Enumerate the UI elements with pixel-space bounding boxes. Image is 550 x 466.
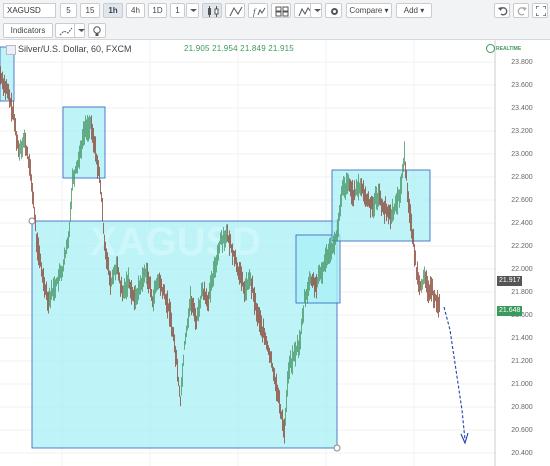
legend-ohlc-values: 21.905 21.954 21.849 21.915	[184, 44, 294, 53]
interval-1d-button[interactable]: 1D	[148, 3, 167, 18]
indicators-button[interactable]: Indicators	[3, 23, 53, 38]
undo-icon	[498, 7, 508, 16]
collapse-legend-icon[interactable]	[6, 44, 16, 55]
chevron-down-icon	[314, 9, 321, 12]
chart-legend-title: Silver/U.S. Dollar, 60, FXCM	[6, 44, 132, 55]
price-label: 23.600	[511, 82, 533, 89]
price-chart[interactable]: XAGUSD 23.800 23.600 23.400 23.200 23.00…	[0, 40, 550, 466]
price-label: 22.800	[511, 174, 533, 181]
lightbulb-icon	[93, 26, 101, 36]
interval-4h-button[interactable]: 4h	[126, 3, 145, 18]
projection-arrow[interactable]	[443, 306, 469, 445]
price-label: 21.200	[511, 358, 533, 365]
chevron-down-icon	[190, 9, 197, 12]
redo-button[interactable]	[513, 3, 529, 18]
marker-price-tag: 21.648	[497, 306, 523, 316]
current-price-tag: 21.917	[497, 276, 523, 286]
price-label: 23.400	[511, 105, 533, 112]
gear-icon	[331, 8, 338, 15]
interval-dropdown-button[interactable]	[186, 3, 199, 18]
price-label: 20.800	[511, 404, 533, 411]
trend-tool-icon	[59, 27, 73, 36]
price-label: 23.200	[511, 128, 533, 135]
candlestick-icon	[208, 6, 219, 17]
add-label: Add	[403, 6, 418, 15]
price-label: 23.800	[511, 59, 533, 66]
chevron-down-icon	[78, 29, 85, 32]
undo-button[interactable]	[494, 3, 510, 18]
price-label: 22.200	[511, 243, 533, 250]
price-label: 21.800	[511, 289, 533, 296]
interval-5m-button[interactable]: 5	[60, 3, 77, 18]
drawing-dropdown-button[interactable]	[74, 23, 85, 38]
add-button[interactable]: Add ▾	[396, 3, 432, 18]
redo-icon	[517, 7, 527, 16]
compare-button[interactable]: Compare ▾	[346, 3, 392, 18]
price-axis: 23.800 23.600 23.400 23.200 23.000 22.80…	[494, 40, 533, 466]
price-label: 22.600	[511, 197, 533, 204]
interval-1h-button[interactable]: 1h	[103, 3, 123, 18]
drawing-tools-button[interactable]	[225, 3, 245, 18]
secondary-toolbar: Indicators	[0, 21, 550, 40]
price-label: 21.000	[511, 381, 533, 388]
fullscreen-button[interactable]	[532, 3, 548, 18]
settings-button[interactable]	[325, 3, 342, 18]
interval-15m-button[interactable]: 15	[80, 3, 100, 18]
realtime-badge: REALTIME	[486, 44, 521, 53]
candles-style-button[interactable]	[202, 3, 222, 18]
price-label: 22.400	[511, 220, 533, 227]
line-tool-icon	[229, 6, 243, 17]
price-label: 23.000	[511, 151, 533, 158]
svg-text:f: f	[253, 7, 257, 17]
templates-button[interactable]	[271, 3, 291, 18]
ideas-button[interactable]	[88, 23, 106, 38]
price-label: 20.600	[511, 427, 533, 434]
compare-label: Compare	[349, 6, 383, 15]
grid-icon	[275, 6, 289, 17]
price-label: 22.000	[511, 266, 533, 273]
style-dropdown-button[interactable]	[310, 3, 322, 18]
legend-symbol-text: Silver/U.S. Dollar, 60, FXCM	[18, 44, 132, 54]
fullscreen-icon	[536, 6, 546, 16]
function-icon: f	[253, 7, 266, 17]
price-label: 21.400	[511, 335, 533, 342]
box-handle-bottom-right[interactable]	[333, 444, 341, 452]
fx-indicator-button[interactable]: f	[248, 3, 268, 18]
main-toolbar: 5 15 1h 4h 1D 1 f Compare ▾ Add ▾	[0, 0, 550, 22]
realtime-label: REALTIME	[496, 45, 522, 52]
symbol-input[interactable]	[3, 3, 56, 18]
interval-custom-button[interactable]: 1	[170, 3, 185, 18]
chart-area[interactable]: XAGUSD 23.800 23.600 23.400 23.200 23.00…	[0, 40, 550, 466]
realtime-icon	[486, 44, 495, 53]
price-label: 20.400	[511, 450, 533, 457]
